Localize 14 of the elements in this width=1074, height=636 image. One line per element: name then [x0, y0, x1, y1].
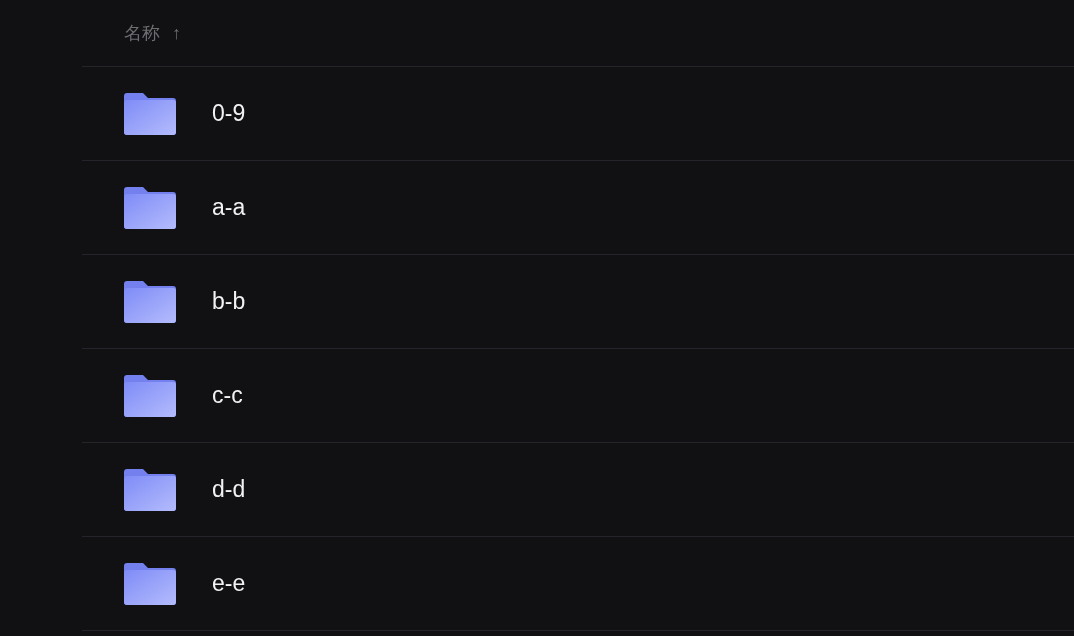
sort-indicator[interactable]: ↑: [172, 22, 181, 44]
folder-name[interactable]: a-a: [212, 194, 246, 221]
folder-icon: [124, 468, 176, 511]
folder-icon: [124, 562, 176, 605]
folder-icon: [124, 374, 176, 417]
name-column-header[interactable]: 名称: [124, 21, 160, 45]
folder-icon: [124, 280, 176, 323]
folder-name[interactable]: b-b: [212, 288, 246, 315]
folder-name[interactable]: 0-9: [212, 100, 246, 127]
folder-name[interactable]: e-e: [212, 570, 246, 597]
folder-icon: [124, 92, 176, 135]
folder-name[interactable]: c-c: [212, 382, 243, 409]
folder-icon: [124, 186, 176, 229]
folder-name[interactable]: d-d: [212, 476, 246, 503]
